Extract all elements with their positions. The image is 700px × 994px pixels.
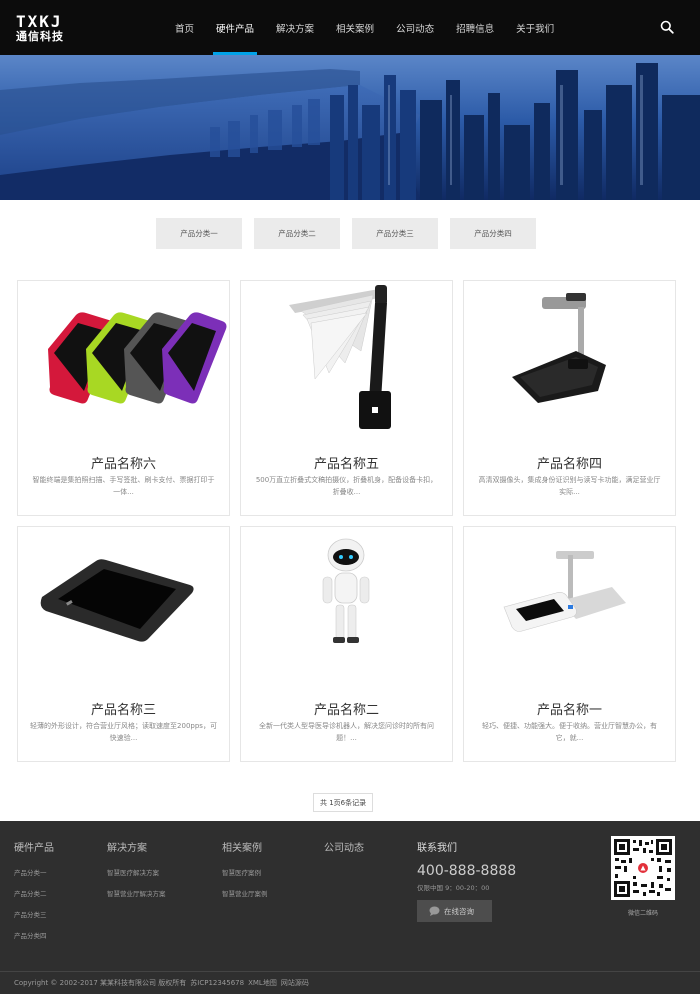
wechat-qr-code xyxy=(611,836,675,900)
nav-item-home[interactable]: 首页 xyxy=(166,0,203,55)
nav-item-news[interactable]: 公司动态 xyxy=(387,0,443,55)
product-image-id-reader-station xyxy=(503,551,626,632)
product-card[interactable]: 产品名称五 500万直立折叠式文稿拍摄仪，折叠机身，配备设备卡扣，折叠收... xyxy=(240,280,453,516)
product-name[interactable]: 产品名称三 xyxy=(18,699,229,718)
footer-col-news: 公司动态 xyxy=(324,839,364,867)
nav-item-solutions[interactable]: 解决方案 xyxy=(267,0,323,55)
site-header: TXKJ 通信科技 首页 硬件产品 解决方案 相关案例 公司动态 招聘信息 关于… xyxy=(0,0,700,55)
tab-category-2[interactable]: 产品分类二 xyxy=(254,218,340,249)
footer-col-title[interactable]: 解决方案 xyxy=(107,839,166,854)
product-description: 500万直立折叠式文稿拍摄仪，折叠机身，配备设备卡扣，折叠收... xyxy=(255,476,438,496)
qr-code-caption: 微信二维码 xyxy=(627,910,658,917)
contact-title: 联系我们 xyxy=(417,843,457,854)
logo[interactable]: TXKJ 通信科技 xyxy=(16,13,80,45)
product-image-service-robot xyxy=(322,538,370,643)
xml-sitemap-link[interactable]: XML地图 xyxy=(248,978,277,988)
icp-license-link[interactable]: 苏ICP12345678 xyxy=(190,978,244,988)
footer-link[interactable]: 产品分类四 xyxy=(14,930,54,951)
search-icon[interactable] xyxy=(660,20,674,34)
copyright-bar: Copyright © 2002-2017 某某科技有限公司 版权所有 苏ICP… xyxy=(0,971,700,994)
category-tabs: 产品分类一 产品分类二 产品分类三 产品分类四 xyxy=(156,218,536,249)
tab-category-4[interactable]: 产品分类四 xyxy=(450,218,536,249)
footer-col-solutions: 解决方案 智慧医疗解决方案 智慧营业厅解决方案 xyxy=(107,839,166,909)
logo-subtitle: 通信科技 xyxy=(16,30,64,43)
footer-link[interactable]: 产品分类三 xyxy=(14,909,54,930)
main-nav: 首页 硬件产品 解决方案 相关案例 公司动态 招聘信息 关于我们 xyxy=(166,0,567,55)
hotline-number: 400-888-8888 xyxy=(417,863,517,879)
nav-item-jobs[interactable]: 招聘信息 xyxy=(447,0,503,55)
chat-bubble-icon xyxy=(429,906,440,916)
tab-category-3[interactable]: 产品分类三 xyxy=(352,218,438,249)
product-description: 智能终端是集拍照扫描、手写签批、刷卡支付、票据打印于一体... xyxy=(32,476,215,496)
contact-block: 联系我们 400-888-8888 仅限中国 9：00-20：00 在线咨询 xyxy=(417,839,516,922)
product-name[interactable]: 产品名称一 xyxy=(464,699,675,718)
product-card[interactable]: 产品名称一 轻巧、便捷、功能强大。便于收纳。营业厅智慧办公，有它，就... xyxy=(463,526,676,762)
pagination-summary: 共 1页6条记录 xyxy=(313,793,374,812)
footer-col-title[interactable]: 公司动态 xyxy=(324,839,364,854)
site-footer: 硬件产品 产品分类一 产品分类二 产品分类三 产品分类四 解决方案 智慧医疗解决… xyxy=(0,821,700,994)
product-card[interactable]: 产品名称三 轻薄的外形设计，符合营业厅风格；读取速度至200pps，可快速验..… xyxy=(17,526,230,762)
footer-col-title[interactable]: 相关案例 xyxy=(222,839,268,854)
service-hours: 仅限中国 9：00-20：00 xyxy=(417,884,490,892)
product-name[interactable]: 产品名称六 xyxy=(18,453,229,472)
online-chat-button[interactable]: 在线咨询 xyxy=(417,900,492,922)
nav-item-hardware[interactable]: 硬件产品 xyxy=(207,0,263,55)
product-card[interactable]: 产品名称二 全新一代类人型导医导诊机器人，解决您问诊时的所有问题！... xyxy=(240,526,453,762)
footer-link[interactable]: 智慧医疗案例 xyxy=(222,867,268,888)
footer-link[interactable]: 产品分类一 xyxy=(14,867,54,888)
product-name[interactable]: 产品名称二 xyxy=(241,699,452,718)
footer-link[interactable]: 智慧营业厅解决方案 xyxy=(107,888,166,909)
footer-col-title[interactable]: 硬件产品 xyxy=(14,839,54,854)
product-description: 轻巧、便捷、功能强大。便于收纳。营业厅智慧办公，有它，就... xyxy=(482,722,657,742)
product-card[interactable]: 产品名称四 高清双摄像头，集成身份证识别与读写卡功能，满足营业厅实际... xyxy=(463,280,676,516)
site-source-link[interactable]: 网站源码 xyxy=(281,978,309,988)
product-description: 全新一代类人型导医导诊机器人，解决您问诊时的所有问题！... xyxy=(259,722,434,742)
nav-item-cases[interactable]: 相关案例 xyxy=(327,0,383,55)
product-description: 高清双摄像头，集成身份证识别与读写卡功能，满足营业厅实际... xyxy=(478,476,661,496)
nav-item-about[interactable]: 关于我们 xyxy=(507,0,563,55)
product-name[interactable]: 产品名称五 xyxy=(241,453,452,472)
online-chat-label: 在线咨询 xyxy=(444,906,474,916)
footer-col-hardware: 硬件产品 产品分类一 产品分类二 产品分类三 产品分类四 xyxy=(14,839,54,951)
city-banner xyxy=(0,55,700,200)
copyright-text: Copyright © 2002-2017 某某科技有限公司 版权所有 xyxy=(14,979,187,987)
product-description: 轻薄的外形设计，符合营业厅风格；读取速度至200pps，可快速验... xyxy=(30,722,217,742)
footer-link[interactable]: 智慧营业厅案例 xyxy=(222,888,268,909)
product-card[interactable]: 产品名称六 智能终端是集拍照扫描、手写签批、刷卡支付、票据打印于一体... xyxy=(17,280,230,516)
logo-wordmark: TXKJ xyxy=(16,12,63,31)
product-image-document-camera xyxy=(512,293,606,403)
footer-col-cases: 相关案例 智慧医疗案例 智慧营业厅案例 xyxy=(222,839,268,909)
product-name[interactable]: 产品名称四 xyxy=(464,453,675,472)
tab-category-1[interactable]: 产品分类一 xyxy=(156,218,242,249)
product-image-signature-tablet xyxy=(40,559,194,642)
product-image-payment-terminals xyxy=(48,312,227,404)
product-image-document-scanner xyxy=(289,285,391,429)
footer-link[interactable]: 智慧医疗解决方案 xyxy=(107,867,166,888)
footer-link[interactable]: 产品分类二 xyxy=(14,888,54,909)
